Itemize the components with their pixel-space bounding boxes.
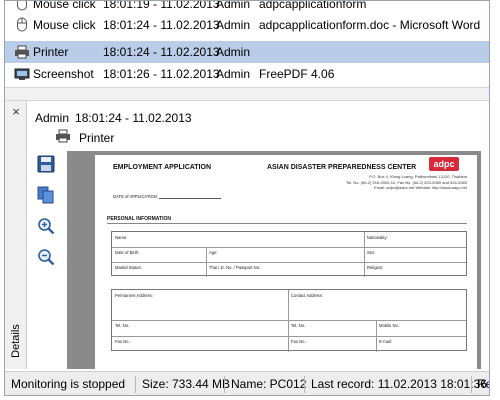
doc-org: ASIAN DISASTER PREPAREDNESS CENTER xyxy=(267,164,417,171)
field-sex: Sex: xyxy=(367,250,376,255)
event-type: Mouse click xyxy=(33,0,96,11)
doc-address-line: Email: adpc@adpc.net Website: http://www… xyxy=(374,185,467,191)
doc-section-title: PERSONAL INFORMATION xyxy=(107,216,171,222)
event-row[interactable]: Mouse click 18:01:19 - 11.02.2013 Admin … xyxy=(5,0,489,14)
doc-title: EMPLOYMENT APPLICATION xyxy=(113,164,211,171)
details-event: Printer xyxy=(55,129,114,146)
field-email: E-mail: xyxy=(379,339,393,344)
event-user: Admin xyxy=(216,66,251,81)
field-fax-1: Fax No.: xyxy=(115,339,131,344)
event-detail: adpcapplicationform xyxy=(259,0,367,11)
details-side-strip: × Details xyxy=(5,101,27,369)
status-bar: Monitoring is stopped Size: 733.44 MB Na… xyxy=(5,371,489,395)
details-time: 18:01:24 - 11.02.2013 xyxy=(75,111,192,125)
field-marital: Marital Status: xyxy=(115,265,142,270)
field-mobile: Mobile No.: xyxy=(379,323,401,328)
status-monitoring: Monitoring is stopped xyxy=(11,377,126,391)
event-user: Admin xyxy=(216,45,251,59)
address-table xyxy=(111,289,467,352)
status-separator xyxy=(135,376,136,393)
details-event-label: Printer xyxy=(79,130,115,145)
mouse-icon xyxy=(11,1,33,12)
field-nationality: Nationality: xyxy=(367,235,388,240)
document-preview: EMPLOYMENT APPLICATION ASIAN DISASTER PR… xyxy=(67,151,481,369)
close-icon[interactable]: × xyxy=(9,105,23,119)
event-time: 18:01:19 - 11.02.2013 xyxy=(103,0,220,11)
field-name: Name: xyxy=(115,235,128,240)
pane-splitter[interactable] xyxy=(5,87,489,101)
status-separator xyxy=(224,376,225,393)
details-tab-label: Details xyxy=(10,324,22,358)
event-row[interactable]: Screenshot 18:01:26 - 11.02.2013 Admin F… xyxy=(5,63,489,84)
event-type: Mouse click xyxy=(33,17,96,32)
event-row-selected[interactable]: Printer 18:01:24 - 11.02.2013 Admin xyxy=(5,41,489,63)
doc-logo: adpc xyxy=(429,157,459,171)
doc-date-label: DATE of APPLICATION: xyxy=(113,194,158,199)
details-tab[interactable]: Details xyxy=(7,313,25,369)
field-fax-2: Fax No.: xyxy=(291,339,307,344)
zoom-in-icon[interactable] xyxy=(35,215,57,237)
event-type: Screenshot xyxy=(33,66,94,81)
doc-date-line xyxy=(159,198,221,199)
field-tel-1: Tel. No.: xyxy=(115,323,131,328)
status-name: Name: PC012 xyxy=(231,377,307,391)
status-size: Size: 733.44 MB xyxy=(142,377,231,391)
event-type: Printer xyxy=(33,45,69,59)
event-time: 18:01:26 - 11.02.2013 xyxy=(103,66,220,81)
app-window: Mouse click 18:01:19 - 11.02.2013 Admin … xyxy=(4,0,490,396)
printer-icon xyxy=(55,129,71,146)
field-dob: Date of Birth: xyxy=(115,250,140,255)
field-permanent-address: Permanent Address: xyxy=(115,293,153,298)
screenshot-icon xyxy=(11,66,33,82)
event-list: Mouse click 18:01:19 - 11.02.2013 Admin … xyxy=(5,0,489,85)
event-user: Admin xyxy=(216,17,251,32)
details-header: Admin 18:01:24 - 11.02.2013 xyxy=(35,111,192,125)
status-separator xyxy=(471,376,472,393)
mouse-icon xyxy=(11,17,33,33)
details-toolbar xyxy=(35,153,59,277)
event-detail: FreePDF 4.06 xyxy=(259,66,335,81)
event-time: 18:01:24 - 11.02.2013 xyxy=(103,17,220,32)
zoom-out-icon[interactable] xyxy=(35,246,57,268)
field-age: Age: xyxy=(209,250,218,255)
field-contact-address: Contact Address: xyxy=(291,293,323,298)
printed-page: EMPLOYMENT APPLICATION ASIAN DISASTER PR… xyxy=(95,155,477,369)
field-thai-id: Thai I.D. No. / Passport No.: xyxy=(209,265,262,270)
event-detail: adpcapplicationform.doc - Microsoft Word xyxy=(259,17,481,32)
save-icon[interactable] xyxy=(35,153,57,175)
event-row[interactable]: Mouse click 18:01:24 - 11.02.2013 Admin … xyxy=(5,14,489,35)
status-last-record: Last record: 11.02.2013 18:01:36 xyxy=(311,377,487,391)
doc-address: P.O. Box 4, Klong Luang, Pathumthani 121… xyxy=(267,174,467,191)
status-overflow: Re xyxy=(477,377,489,391)
field-tel-2: Tel. No.: xyxy=(291,323,307,328)
event-time: 18:01:24 - 11.02.2013 xyxy=(103,45,220,59)
field-religion: Religion: xyxy=(367,265,384,270)
copy-icon[interactable] xyxy=(35,184,57,206)
status-separator xyxy=(304,376,305,393)
doc-section-rule xyxy=(107,223,467,224)
printer-icon xyxy=(11,44,33,60)
details-user: Admin xyxy=(35,111,70,125)
personal-info-table xyxy=(111,231,467,277)
event-user: Admin xyxy=(216,0,251,11)
details-pane: × Details Admin 18:01:24 - 11.02.2013 Pri… xyxy=(5,101,489,369)
